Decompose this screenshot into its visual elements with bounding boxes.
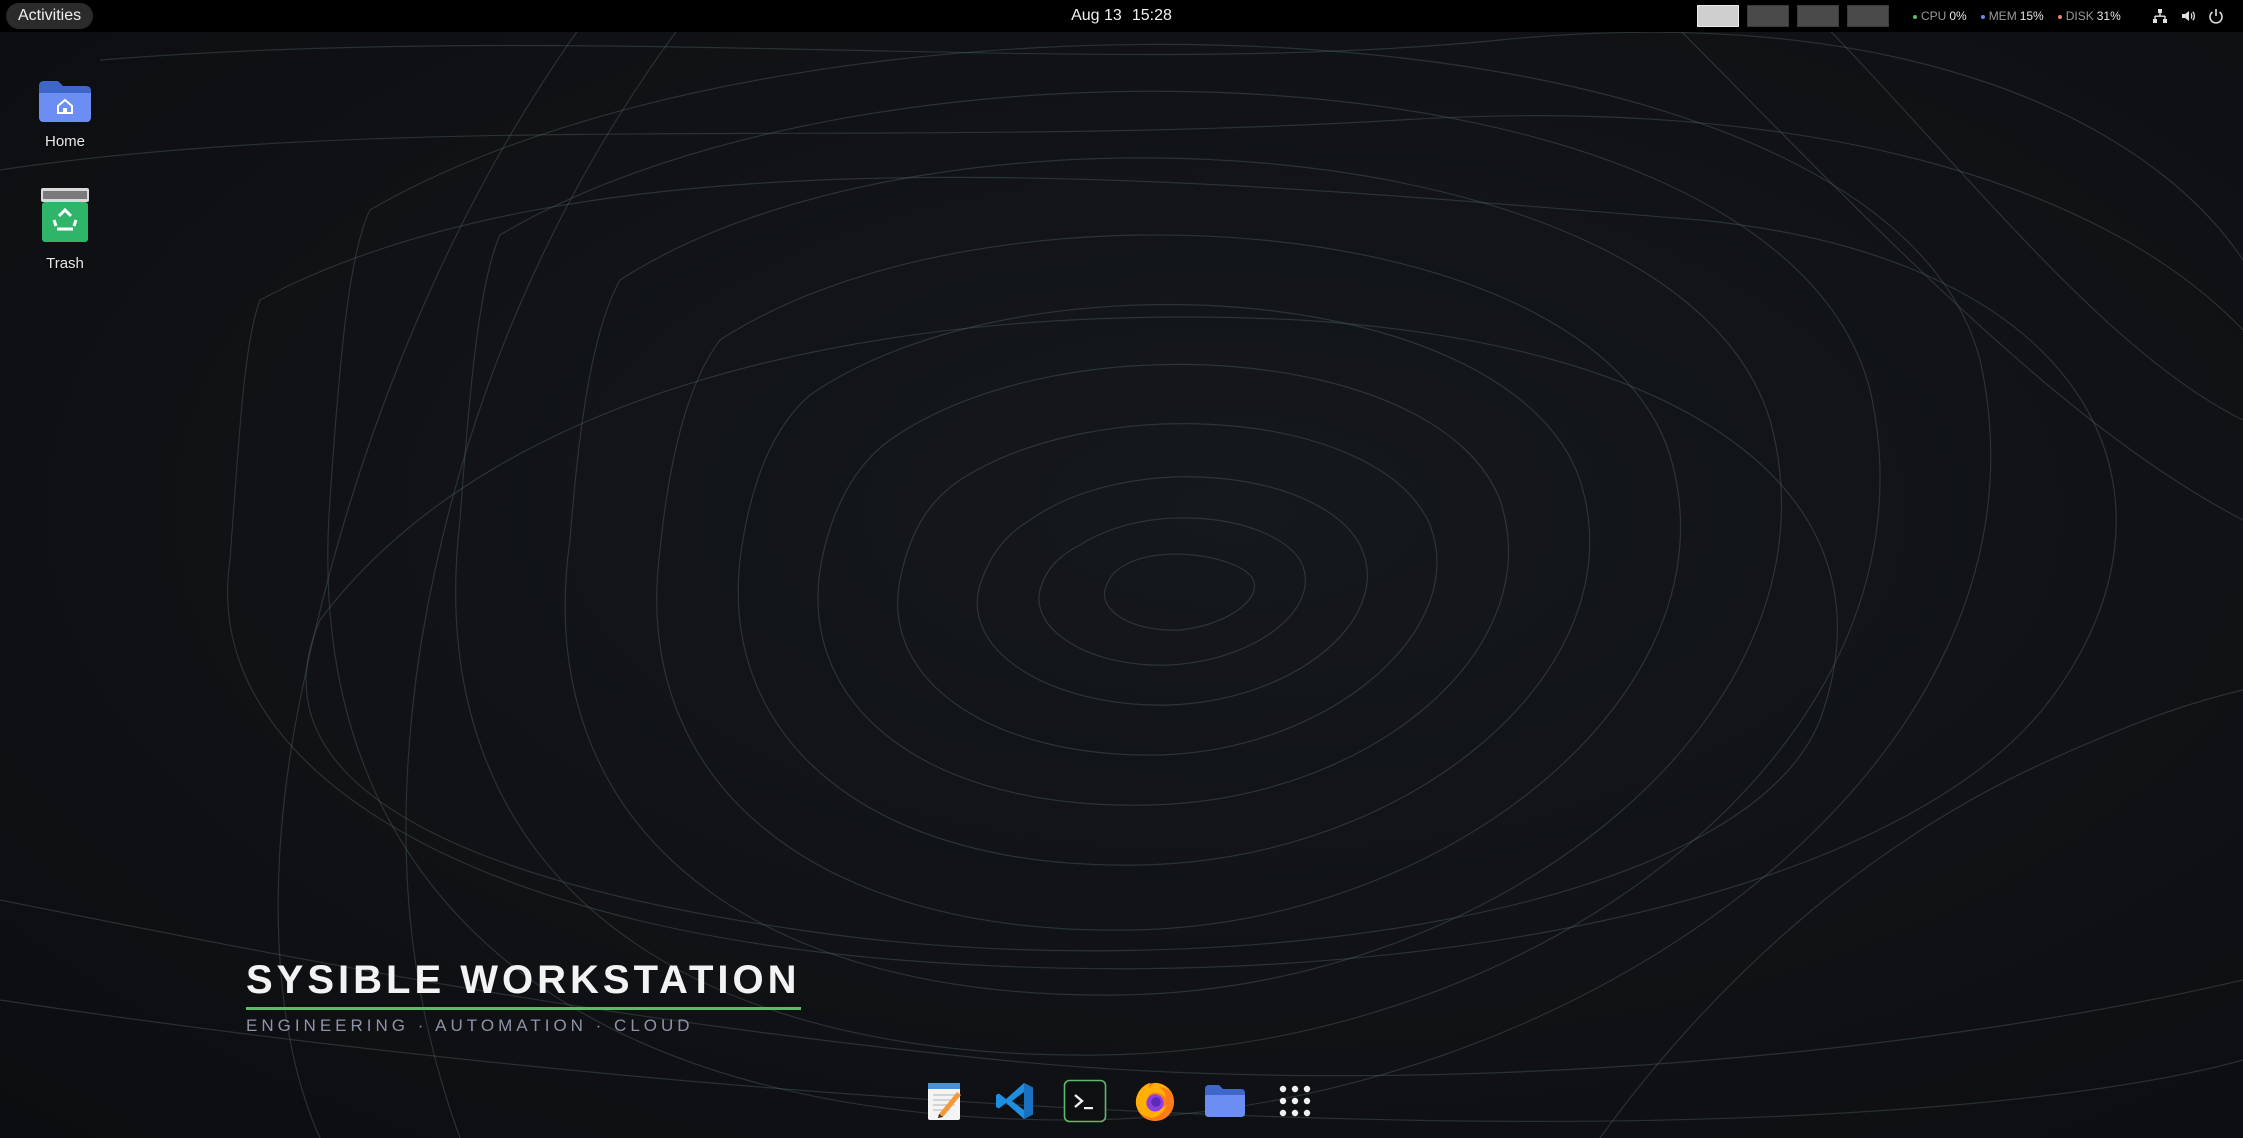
network-icon[interactable] [2152, 8, 2168, 24]
dock-firefox[interactable] [1133, 1079, 1177, 1123]
volume-icon[interactable] [2180, 8, 2196, 24]
top-bar: Activities Aug 13 15:28 CPU 0% MEM 15% DISK… [0, 0, 2243, 32]
system-tray[interactable] [2152, 0, 2224, 32]
clock-time[interactable]: 15:28 [1132, 7, 1172, 24]
workspace-4[interactable] [1847, 5, 1889, 27]
desktop[interactable]: Activities Aug 13 15:28 CPU 0% MEM 15% DISK… [0, 0, 2243, 1138]
dock-files[interactable] [1203, 1079, 1247, 1123]
cpu-dot-icon [1913, 14, 1917, 19]
dock-vscode[interactable] [993, 1079, 1037, 1123]
cpu-value: 0% [1949, 9, 1967, 23]
cpu-label: CPU [1921, 9, 1947, 23]
mem-stat: MEM 15% [1980, 9, 2044, 23]
desktop-icon-home[interactable]: Home [20, 78, 110, 150]
workspace-switcher [1697, 5, 1889, 27]
dock-terminal[interactable] [1063, 1079, 1107, 1123]
disk-dot-icon [2057, 14, 2062, 19]
workspace-1[interactable] [1697, 5, 1739, 27]
clock: Aug 13 15:28 [0, 0, 2243, 32]
home-label: Home [44, 133, 85, 150]
dock-app-grid[interactable] [1273, 1079, 1317, 1123]
disk-stat: DISK 31% [2057, 9, 2121, 23]
trash-label: Trash [46, 255, 84, 272]
disk-label: DISK [2065, 9, 2094, 23]
mem-label: MEM [1988, 9, 2017, 23]
workspace-3[interactable] [1797, 5, 1839, 27]
clock-date[interactable]: Aug 13 [1071, 7, 1122, 24]
vscode-icon [996, 1083, 1033, 1119]
cpu-stat: CPU 0% [1913, 9, 1967, 23]
dock [920, 1068, 1320, 1134]
disk-value: 31% [2096, 9, 2121, 23]
text-editor-icon [928, 1083, 961, 1120]
mem-value: 15% [2019, 9, 2044, 23]
activities-button[interactable]: Activities [6, 3, 94, 29]
home-folder-icon [39, 81, 91, 122]
mem-dot-icon [1980, 14, 1985, 19]
dock-text-editor[interactable] [923, 1079, 967, 1123]
brand-title: SYSIBLE WORKSTATION [246, 958, 801, 1010]
workspace-2[interactable] [1747, 5, 1789, 27]
trash-icon [41, 188, 89, 242]
desktop-icon-trash[interactable]: Trash [20, 186, 110, 272]
brand-tagline: ENGINEERING · AUTOMATION · CLOUD [246, 1016, 694, 1035]
terminal-icon [1063, 1079, 1107, 1123]
app-grid-icon [1279, 1085, 1311, 1117]
system-monitor[interactable]: CPU 0% MEM 15% DISK 31% [1913, 0, 2121, 32]
branding: SYSIBLE WORKSTATION ENGINEERING · AUTOMA… [246, 958, 801, 1036]
files-icon [1205, 1085, 1245, 1117]
power-icon[interactable] [2208, 8, 2224, 24]
firefox-icon [1135, 1082, 1175, 1122]
